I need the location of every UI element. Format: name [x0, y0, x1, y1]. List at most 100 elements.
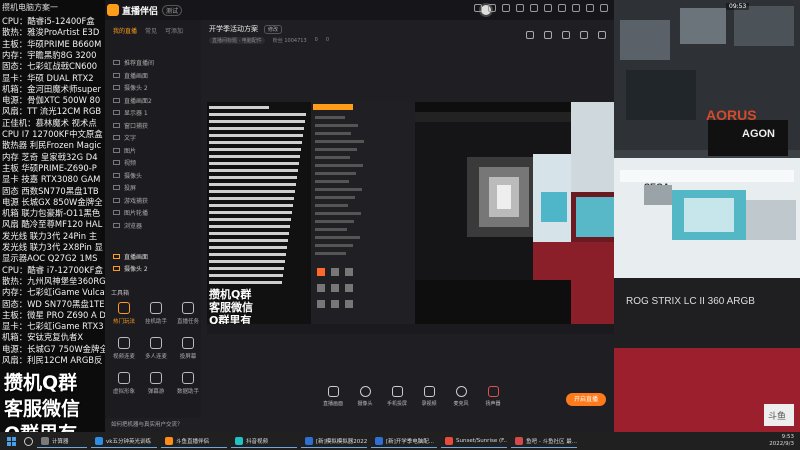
- nested-big-text: 攒机Q群 客服微信 Q群里有: [209, 288, 253, 327]
- source-item[interactable]: 浏览器: [113, 221, 142, 230]
- nested-text-line: [209, 246, 287, 249]
- camera-icon[interactable]: [598, 31, 606, 39]
- nested-text-line: [209, 204, 293, 207]
- tool-button[interactable]: 多人连麦: [141, 337, 171, 360]
- taskbar-item[interactable]: [新]开学季电脑配...: [371, 434, 437, 448]
- unlock-icon[interactable]: [544, 31, 552, 39]
- source-label: 直播画面: [124, 72, 149, 80]
- spec-line: 发光线 联力3代 24Pin 主: [2, 230, 98, 241]
- skin-icon[interactable]: [544, 4, 552, 12]
- user-icon[interactable]: [502, 4, 510, 12]
- source-item[interactable]: 摄像头: [113, 171, 142, 180]
- lock-icon[interactable]: [526, 31, 534, 39]
- taskbar-label: 计算器: [52, 438, 69, 445]
- spec-line: 显卡 技嘉 RTX3080 GAM: [2, 174, 101, 185]
- spec-line: 显卡：华硕 DUAL RTX2: [2, 72, 94, 83]
- minimize-icon[interactable]: [572, 4, 580, 12]
- tool-button[interactable]: 数据助手: [173, 372, 203, 395]
- menu-icon[interactable]: [558, 4, 566, 12]
- streaming-app-window: 直播伴侣 测试 我的直播 常见 可添加 推荐直播间 直播画面 摄像头 2 直播画…: [105, 0, 621, 432]
- source-label: 图片轮播: [124, 210, 149, 217]
- spec-line: 电源：骨伽XTC 500W 80: [2, 95, 101, 106]
- overlay-big-line: 攒机Q群: [4, 372, 78, 394]
- tab-my-live[interactable]: 我的直播: [113, 26, 137, 35]
- nested-source-row: [315, 132, 351, 135]
- tool-label: 挂机助手: [144, 319, 167, 325]
- source-item[interactable]: 窗口捕获: [113, 121, 148, 130]
- microphone-button[interactable]: 麦克风: [448, 386, 474, 416]
- maximize-icon[interactable]: [586, 4, 594, 12]
- tab-addable[interactable]: 可添加: [165, 26, 183, 35]
- source-item[interactable]: 图片轮播: [113, 208, 148, 217]
- shirt-icon[interactable]: [516, 4, 524, 12]
- edit-title-button[interactable]: 修改: [264, 24, 283, 34]
- live-screen-button[interactable]: 直播画面: [320, 386, 346, 416]
- active-source-item[interactable]: 摄像头 2: [113, 264, 148, 273]
- taskbar-item[interactable]: 鱼吧 - 斗鱼社区 最...: [511, 434, 577, 448]
- taskbar-item[interactable]: vk五分钟英光训练: [91, 434, 157, 448]
- notice-text[interactable]: 如何把机器与真实用户交流？: [111, 420, 183, 428]
- taskbar-label: [新]开学季电脑配...: [386, 438, 435, 445]
- source-icon: [113, 122, 120, 128]
- source-item[interactable]: 视频: [113, 158, 136, 167]
- spec-line: 风扇：TT 流光12CM RGB: [2, 106, 102, 117]
- tool-label: 虚拟形象: [112, 389, 135, 395]
- home-icon[interactable]: [580, 31, 588, 39]
- nested-spec-overlay: 攒机Q群 客服微信 Q群里有: [207, 102, 311, 334]
- active-source-item[interactable]: 直播画面: [113, 252, 148, 261]
- nested-tool-icon: [317, 300, 325, 308]
- nested-text-line: [209, 267, 284, 270]
- source-icon: [113, 222, 120, 228]
- close-icon[interactable]: [600, 4, 608, 12]
- search-icon[interactable]: [24, 436, 33, 446]
- version-badge[interactable]: 测试: [162, 4, 183, 16]
- stream-title[interactable]: 开学季活动方案: [209, 24, 258, 34]
- filter-icon[interactable]: [530, 4, 538, 12]
- settings-icon[interactable]: [488, 4, 496, 12]
- tab-common[interactable]: 常见: [145, 26, 157, 35]
- taskbar-item[interactable]: Sunset/Sunrise (F..): [441, 434, 507, 448]
- taskbar-item[interactable]: [新]模拟模拟器2022: [301, 434, 367, 448]
- go-live-button[interactable]: 开启直播: [566, 393, 606, 406]
- source-item[interactable]: 显示器 1: [113, 108, 148, 117]
- nested-source-row: [315, 204, 348, 207]
- source-item[interactable]: 文字: [113, 133, 136, 142]
- record-button[interactable]: 录视频: [416, 386, 442, 416]
- tool-button[interactable]: 虚拟形象: [109, 372, 139, 395]
- speaker-button[interactable]: 扬声器: [480, 386, 506, 416]
- tool-button[interactable]: 挂机助手: [141, 302, 171, 325]
- system-tray-clock[interactable]: 9:53 2022/9/3: [769, 434, 794, 448]
- stream-subinfo: 直播间标题 · 电脑配件 粉丝 1004713 0 0: [209, 37, 329, 44]
- source-item[interactable]: 摄像头 2: [113, 83, 148, 92]
- nested-tool-icon: [331, 268, 339, 276]
- taskbar-item[interactable]: 斗鱼直播伴侣: [161, 434, 227, 448]
- source-item[interactable]: 直播画面2: [113, 96, 152, 105]
- source-item[interactable]: 直播画面: [113, 71, 148, 80]
- tool-button[interactable]: 投屏幕: [173, 337, 203, 360]
- camera-button[interactable]: 摄像头: [352, 386, 378, 416]
- message-icon[interactable]: [474, 4, 482, 12]
- nested-text-line: [209, 211, 292, 214]
- nested-source-row: [315, 228, 347, 231]
- tool-label: 数据助手: [176, 389, 199, 395]
- copy-icon[interactable]: [562, 31, 570, 39]
- source-item[interactable]: 游戏捕获: [113, 196, 148, 205]
- stream-preview[interactable]: 攒机Q群 客服微信 Q群里有: [207, 102, 621, 334]
- tool-button[interactable]: 热门玩法: [109, 302, 139, 325]
- source-item[interactable]: 图片: [113, 146, 136, 155]
- taskbar-item[interactable]: 抖音视频: [231, 434, 297, 448]
- tool-button[interactable]: 弹幕游: [141, 372, 171, 395]
- nested-text-line: [209, 148, 301, 151]
- category-pill[interactable]: 直播间标题 · 电脑配件: [209, 37, 265, 44]
- nested-source-row: [315, 252, 346, 255]
- taskbar-item[interactable]: 计算器: [37, 434, 87, 448]
- tool-button[interactable]: 视频连麦: [109, 337, 139, 360]
- source-item[interactable]: 投屏: [113, 183, 136, 192]
- start-button[interactable]: [7, 436, 16, 446]
- spec-line: 主板：微星 PRO Z690 A D: [2, 309, 105, 320]
- tool-button[interactable]: 直播任务: [173, 302, 203, 325]
- phone-cast-button[interactable]: 手机投屏: [384, 386, 410, 416]
- taskbar-items: 计算器 vk五分钟英光训练 斗鱼直播伴侣 抖音视频 [新]模拟模拟器2022 [新]开学季…: [33, 434, 577, 448]
- source-item[interactable]: 推荐直播间: [113, 58, 154, 67]
- nested-taskbar: [207, 324, 621, 334]
